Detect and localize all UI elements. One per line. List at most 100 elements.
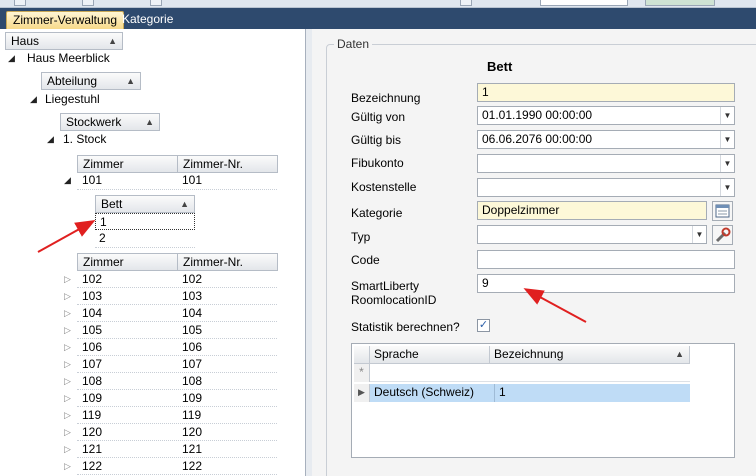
zimmer-header-label: Zimmer xyxy=(83,157,124,171)
wrench-icon xyxy=(715,227,731,243)
zimmer-nr-column-header[interactable]: Zimmer-Nr. xyxy=(177,155,278,173)
tree-collapsed-icon[interactable]: ▷ xyxy=(64,288,71,305)
zimmer-cell[interactable]: 121 xyxy=(82,441,102,458)
zimmer-nr-cell[interactable]: 103 xyxy=(182,288,202,305)
tab-zimmer-verwaltung[interactable]: Zimmer-Verwaltung xyxy=(6,11,125,29)
details-pane: Daten Bett Bezeichnung 1 Gültig von 01.0… xyxy=(312,29,756,476)
sprache-column-header[interactable]: Sprache xyxy=(370,346,490,364)
bezeichnung-input[interactable]: 1 xyxy=(477,83,735,102)
sort-ascending-icon: ▲ xyxy=(145,117,154,127)
tree-collapsed-icon[interactable]: ▷ xyxy=(64,322,71,339)
typ-combobox[interactable]: ▼ xyxy=(477,225,707,244)
sort-ascending-icon: ▲ xyxy=(126,76,135,86)
tree-collapsed-icon[interactable]: ▷ xyxy=(64,356,71,373)
grid-row-selected[interactable]: Deutsch (Schweiz) 1 xyxy=(370,384,690,402)
tree-expanded-icon[interactable]: ◢ xyxy=(47,131,54,148)
tree-collapsed-icon[interactable]: ▷ xyxy=(64,424,71,441)
bezeichnung-column-header[interactable]: Bezeichnung ▲ xyxy=(490,346,690,364)
zimmer-nr-cell[interactable]: 120 xyxy=(182,424,202,441)
zimmer-nr-cell[interactable]: 105 xyxy=(182,322,202,339)
tree-expanded-icon[interactable]: ◢ xyxy=(64,172,71,189)
smartliberty-roomlocationid-input[interactable]: 9 xyxy=(477,274,735,293)
zimmer-nr-cell[interactable]: 104 xyxy=(182,305,202,322)
bett-row-selected[interactable]: 1 xyxy=(95,213,195,230)
haus-header-label: Haus xyxy=(11,34,40,48)
abteilung-column-header[interactable]: Abteilung ▲ xyxy=(41,72,141,90)
tree-collapsed-icon[interactable]: ▷ xyxy=(64,390,71,407)
chevron-down-icon[interactable]: ▼ xyxy=(692,226,706,243)
zimmer-cell[interactable]: 101 xyxy=(82,172,102,189)
zimmer-cell[interactable]: 106 xyxy=(82,339,102,356)
smartliberty-label-line2: RoomlocationID xyxy=(351,293,437,307)
zimmer-nr-cell[interactable]: 106 xyxy=(182,339,202,356)
bett-row[interactable]: 2 xyxy=(99,230,106,247)
kostenstelle-combobox[interactable]: ▼ xyxy=(477,178,735,197)
tree-expanded-icon[interactable]: ◢ xyxy=(30,91,37,108)
tab-bar: Zimmer-Verwaltung Kategorie xyxy=(0,8,756,29)
abteilung-value[interactable]: Liegestuhl xyxy=(45,91,100,108)
zimmer-nr-cell[interactable]: 107 xyxy=(182,356,202,373)
tree-collapsed-icon[interactable]: ▷ xyxy=(64,305,71,322)
zimmer-cell[interactable]: 122 xyxy=(82,458,102,475)
zimmer-cell[interactable]: 107 xyxy=(82,356,102,373)
statistik-checkbox[interactable]: ✓ xyxy=(477,319,490,332)
gueltig-bis-datepicker[interactable]: 06.06.2076 00:00:00 ▼ xyxy=(477,130,735,149)
gueltig-von-datepicker[interactable]: 01.01.1990 00:00:00 ▼ xyxy=(477,106,735,125)
code-input[interactable] xyxy=(477,250,735,269)
zimmer-cell[interactable]: 103 xyxy=(82,288,102,305)
zimmer-list-column-header[interactable]: Zimmer xyxy=(77,253,178,271)
zimmer-cell[interactable]: 120 xyxy=(82,424,102,441)
zimmer-cell[interactable]: 104 xyxy=(82,305,102,322)
gueltig-bis-label: Gültig bis xyxy=(351,133,402,147)
chevron-down-icon[interactable]: ▼ xyxy=(720,179,734,196)
zimmer-cell[interactable]: 109 xyxy=(82,390,102,407)
code-label: Code xyxy=(351,253,380,267)
zimmer-nr-cell[interactable]: 109 xyxy=(182,390,202,407)
toolbar-button[interactable] xyxy=(150,0,162,6)
stockwerk-value[interactable]: 1. Stock xyxy=(63,131,106,148)
toolbar-button[interactable] xyxy=(460,0,472,6)
chevron-down-icon[interactable]: ▼ xyxy=(720,107,734,124)
tab-kategorie[interactable]: Kategorie xyxy=(116,11,179,29)
zimmer-nr-cell[interactable]: 102 xyxy=(182,271,202,288)
toolbar-button[interactable] xyxy=(82,0,94,6)
tree-collapsed-icon[interactable]: ▷ xyxy=(64,271,71,288)
zimmer-cell[interactable]: 108 xyxy=(82,373,102,390)
smartliberty-label: SmartLiberty RoomlocationID xyxy=(351,279,436,307)
zimmer-nr-cell[interactable]: 101 xyxy=(182,172,202,189)
tree-collapsed-icon[interactable]: ▷ xyxy=(64,458,71,475)
row-divider xyxy=(77,406,277,407)
zimmer-nr-cell[interactable]: 121 xyxy=(182,441,202,458)
toolbar-search-box[interactable] xyxy=(540,0,628,6)
zimmer-nr-list-column-header[interactable]: Zimmer-Nr. xyxy=(177,253,278,271)
bett-column-header[interactable]: Bett ▲ xyxy=(95,195,195,213)
tree-collapsed-icon[interactable]: ▷ xyxy=(64,407,71,424)
zimmer-cell[interactable]: 119 xyxy=(82,407,101,424)
kategorie-lookup-button[interactable] xyxy=(712,201,733,221)
tree-collapsed-icon[interactable]: ▷ xyxy=(64,441,71,458)
zimmer-column-header[interactable]: Zimmer xyxy=(77,155,178,173)
zimmer-nr-cell[interactable]: 108 xyxy=(182,373,202,390)
bezeichnung-cell[interactable]: 1 xyxy=(494,384,506,402)
chevron-down-icon[interactable]: ▼ xyxy=(720,131,734,148)
groupbox-title: Daten xyxy=(334,37,373,51)
zimmer-nr-cell[interactable]: 119 xyxy=(182,407,201,424)
new-row[interactable] xyxy=(370,364,690,382)
tree-collapsed-icon[interactable]: ▷ xyxy=(64,373,71,390)
chevron-down-icon[interactable]: ▼ xyxy=(720,155,734,172)
zimmer-cell[interactable]: 105 xyxy=(82,322,102,339)
stockwerk-column-header[interactable]: Stockwerk ▲ xyxy=(60,113,160,131)
kategorie-input[interactable]: Doppelzimmer xyxy=(477,201,707,220)
haus-value[interactable]: Haus Meerblick xyxy=(27,50,110,67)
zimmer-cell[interactable]: 102 xyxy=(82,271,102,288)
fibukonto-combobox[interactable]: ▼ xyxy=(477,154,735,173)
tree-collapsed-icon[interactable]: ▷ xyxy=(64,339,71,356)
row-pointer-icon[interactable]: ▶ xyxy=(354,384,370,402)
toolbar-button[interactable] xyxy=(14,0,26,6)
sprache-cell[interactable]: Deutsch (Schweiz) xyxy=(374,384,474,401)
haus-column-header[interactable]: Haus ▲ xyxy=(5,32,123,50)
zimmer-nr-cell[interactable]: 122 xyxy=(182,458,202,475)
typ-edit-button[interactable] xyxy=(712,225,733,245)
new-row-marker[interactable]: * xyxy=(354,364,370,382)
tree-expanded-icon[interactable]: ◢ xyxy=(8,50,15,67)
